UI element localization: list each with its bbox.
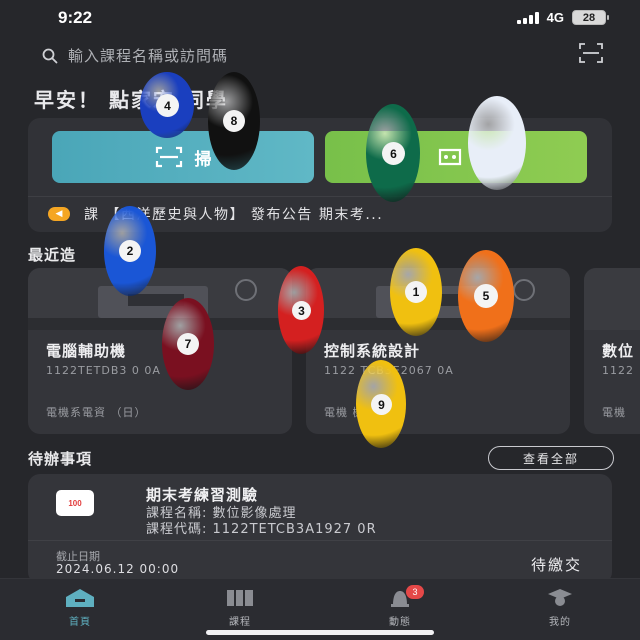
- todo-status: 待繳交: [530, 556, 582, 574]
- course-department: 電機: [602, 406, 626, 419]
- status-time: 9:22: [58, 8, 93, 27]
- course-card[interactable]: 數位 1122 電機: [584, 268, 640, 434]
- billiard-ball-number: 3: [292, 301, 311, 320]
- exam-icon: 100: [56, 490, 94, 516]
- search-bar: [28, 40, 612, 72]
- battery-icon: 28: [572, 10, 609, 25]
- billiard-ball: 2: [104, 206, 156, 296]
- billiard-ball: 3: [278, 266, 324, 354]
- todo-course-code: 課程代碼: 1122TETCB3A1927 0R: [146, 522, 377, 537]
- exam-icon-text: 100: [68, 498, 82, 508]
- billiard-ball-number: 4: [156, 94, 179, 117]
- tab-profile-label: 我的: [549, 617, 571, 628]
- course-cover-image: [28, 268, 292, 330]
- tab-courses-label: 課程: [229, 617, 251, 628]
- code-icon: [438, 148, 462, 166]
- megaphone-icon: ◀: [48, 207, 70, 221]
- graduate-icon: [548, 589, 572, 606]
- tab-home-label: 首頁: [69, 617, 91, 628]
- tab-activity-label: 動態: [389, 617, 411, 628]
- course-code: 1122TETDB3 0 0A: [46, 364, 161, 377]
- recent-section-title: 最近造: [28, 246, 77, 264]
- course-name: 電腦輔助機: [46, 342, 127, 360]
- course-name: 數位: [602, 342, 635, 360]
- tab-courses[interactable]: 課程: [200, 587, 280, 633]
- todo-section-title: 待辦事項: [28, 450, 93, 468]
- billiard-ball-number: 9: [371, 394, 392, 415]
- billiard-ball: 8: [208, 72, 260, 170]
- billiard-ball: 4: [140, 72, 194, 138]
- billiard-ball: 5: [458, 250, 514, 342]
- course-department: 電機系電資 （日）: [46, 406, 147, 419]
- billiard-ball: 6: [366, 104, 420, 202]
- todo-item[interactable]: 100 期末考練習測驗 課程名稱: 數位影像處理 課程代碼: 1122TETCB…: [28, 474, 612, 584]
- search-input[interactable]: [68, 45, 528, 67]
- billiard-ball: 7: [162, 298, 214, 390]
- tab-home[interactable]: 首頁: [40, 587, 120, 633]
- card-divider: [28, 196, 612, 197]
- tab-activity[interactable]: 3 動態: [360, 585, 440, 633]
- network-type: 4G: [546, 10, 564, 25]
- classroom-illustration-icon: [28, 279, 292, 330]
- signal-icon: [516, 11, 539, 24]
- scan-button[interactable]: 掃: [52, 131, 314, 183]
- search-icon: [42, 48, 58, 64]
- scan-button-label: 掃: [194, 149, 212, 170]
- status-bar: 9:22 4G 28: [0, 0, 640, 36]
- home-indicator: [206, 630, 434, 635]
- billiard-ball-number: 8: [223, 110, 245, 132]
- todo-divider: [28, 540, 612, 541]
- billiard-ball-number: 5: [474, 284, 498, 308]
- billiard-ball-number: 2: [119, 240, 141, 262]
- home-icon: [66, 589, 94, 607]
- billiard-ball: [468, 96, 526, 190]
- view-all-button[interactable]: 查看全部: [488, 446, 614, 470]
- notification-badge: 3: [406, 585, 424, 599]
- course-card[interactable]: 電腦輔助機 1122TETDB3 0 0A 電機系電資 （日）: [28, 268, 292, 434]
- course-cover-image: [584, 268, 640, 330]
- course-name: 控制系統設計: [324, 342, 421, 360]
- access-code-button[interactable]: [325, 131, 587, 183]
- tab-profile[interactable]: 我的: [520, 587, 600, 633]
- book-icon: [227, 590, 253, 606]
- battery-level: 28: [582, 11, 596, 24]
- billiard-ball: 9: [356, 360, 406, 448]
- scan-icon: [155, 146, 182, 168]
- billiard-ball-number: 1: [405, 281, 427, 303]
- billiard-ball-number: 7: [177, 333, 199, 355]
- greeting-text: 早安！ 點家宏 同學: [34, 88, 228, 112]
- course-code: 1122: [602, 364, 634, 377]
- status-indicators: 4G 28: [516, 10, 609, 25]
- billiard-ball-number: 6: [382, 142, 405, 165]
- billiard-ball: 1: [390, 248, 442, 336]
- due-date-value: 2024.06.12 00:00: [56, 562, 180, 576]
- qr-scan-icon[interactable]: [578, 42, 604, 64]
